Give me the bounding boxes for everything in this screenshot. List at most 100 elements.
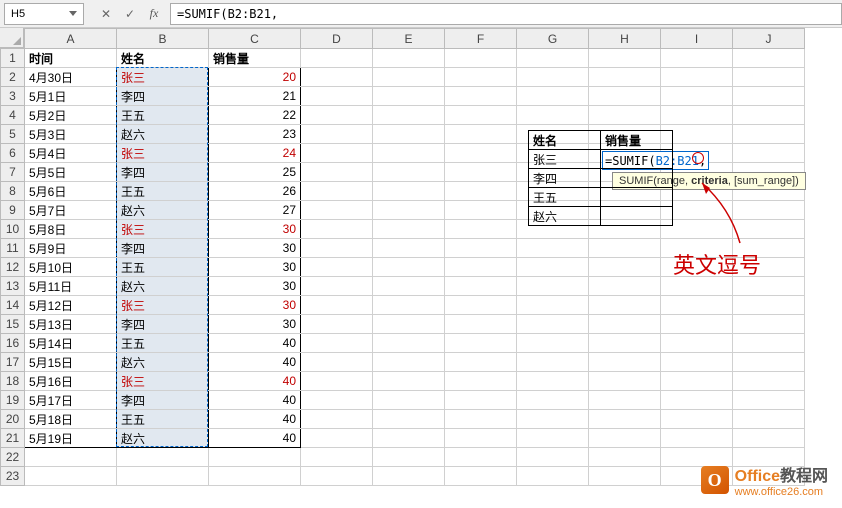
cell-H23[interactable] — [589, 467, 661, 486]
cell-D18[interactable] — [301, 372, 373, 391]
cell-C2[interactable]: 20 — [209, 68, 301, 87]
cell-D13[interactable] — [301, 277, 373, 296]
cell-D23[interactable] — [301, 467, 373, 486]
cell-A9[interactable]: 5月7日 — [25, 201, 117, 220]
cell-I16[interactable] — [661, 334, 733, 353]
cell-C14[interactable]: 30 — [209, 296, 301, 315]
cell-B12[interactable]: 王五 — [117, 258, 209, 277]
cell-G3[interactable] — [517, 87, 589, 106]
cell-A1[interactable]: 时间 — [25, 49, 117, 68]
cell-F2[interactable] — [445, 68, 517, 87]
cell-F6[interactable] — [445, 144, 517, 163]
cell-B16[interactable]: 王五 — [117, 334, 209, 353]
cell-D5[interactable] — [301, 125, 373, 144]
summary-val-2[interactable] — [601, 188, 673, 207]
cell-F4[interactable] — [445, 106, 517, 125]
row-header-8[interactable]: 8 — [1, 182, 25, 201]
cell-J6[interactable] — [733, 144, 805, 163]
cell-C10[interactable]: 30 — [209, 220, 301, 239]
summary-val-1[interactable] — [601, 169, 673, 188]
cell-D4[interactable] — [301, 106, 373, 125]
cell-D2[interactable] — [301, 68, 373, 87]
cell-H14[interactable] — [589, 296, 661, 315]
cell-D22[interactable] — [301, 448, 373, 467]
row-header-1[interactable]: 1 — [1, 49, 25, 68]
cell-A22[interactable] — [25, 448, 117, 467]
cell-I1[interactable] — [661, 49, 733, 68]
column-header-B[interactable]: B — [117, 29, 209, 49]
cell-G11[interactable] — [517, 239, 589, 258]
cell-D19[interactable] — [301, 391, 373, 410]
cell-C3[interactable]: 21 — [209, 87, 301, 106]
insert-function-icon[interactable]: fx — [146, 6, 162, 22]
cell-F16[interactable] — [445, 334, 517, 353]
cell-D8[interactable] — [301, 182, 373, 201]
row-header-14[interactable]: 14 — [1, 296, 25, 315]
cell-J9[interactable] — [733, 201, 805, 220]
cell-A12[interactable]: 5月10日 — [25, 258, 117, 277]
cell-E3[interactable] — [373, 87, 445, 106]
cell-E7[interactable] — [373, 163, 445, 182]
cell-G13[interactable] — [517, 277, 589, 296]
cell-C17[interactable]: 40 — [209, 353, 301, 372]
cell-J1[interactable] — [733, 49, 805, 68]
cell-H11[interactable] — [589, 239, 661, 258]
row-header-23[interactable]: 23 — [1, 467, 25, 486]
row-header-10[interactable]: 10 — [1, 220, 25, 239]
cell-H12[interactable] — [589, 258, 661, 277]
row-header-5[interactable]: 5 — [1, 125, 25, 144]
cell-E10[interactable] — [373, 220, 445, 239]
cell-F18[interactable] — [445, 372, 517, 391]
cell-F11[interactable] — [445, 239, 517, 258]
summary-name-3[interactable]: 赵六 — [529, 207, 601, 226]
cell-A21[interactable]: 5月19日 — [25, 429, 117, 448]
cell-D3[interactable] — [301, 87, 373, 106]
cell-C22[interactable] — [209, 448, 301, 467]
cell-B21[interactable]: 赵六 — [117, 429, 209, 448]
cell-B4[interactable]: 王五 — [117, 106, 209, 125]
cell-F22[interactable] — [445, 448, 517, 467]
cell-C5[interactable]: 23 — [209, 125, 301, 144]
cell-H3[interactable] — [589, 87, 661, 106]
cell-B22[interactable] — [117, 448, 209, 467]
cell-E5[interactable] — [373, 125, 445, 144]
cancel-formula-icon[interactable]: ✕ — [98, 6, 114, 22]
cell-A19[interactable]: 5月17日 — [25, 391, 117, 410]
cell-G2[interactable] — [517, 68, 589, 87]
summary-header-name[interactable]: 姓名 — [529, 131, 601, 150]
cell-J16[interactable] — [733, 334, 805, 353]
cell-F20[interactable] — [445, 410, 517, 429]
cell-J19[interactable] — [733, 391, 805, 410]
cell-C19[interactable]: 40 — [209, 391, 301, 410]
cell-B18[interactable]: 张三 — [117, 372, 209, 391]
cell-B6[interactable]: 张三 — [117, 144, 209, 163]
cell-E23[interactable] — [373, 467, 445, 486]
row-header-15[interactable]: 15 — [1, 315, 25, 334]
cell-F15[interactable] — [445, 315, 517, 334]
cell-H15[interactable] — [589, 315, 661, 334]
cell-A20[interactable]: 5月18日 — [25, 410, 117, 429]
cell-D20[interactable] — [301, 410, 373, 429]
cell-J3[interactable] — [733, 87, 805, 106]
cell-B11[interactable]: 李四 — [117, 239, 209, 258]
cell-C13[interactable]: 30 — [209, 277, 301, 296]
cell-F8[interactable] — [445, 182, 517, 201]
cell-G15[interactable] — [517, 315, 589, 334]
cell-F10[interactable] — [445, 220, 517, 239]
cell-H22[interactable] — [589, 448, 661, 467]
formula-bar[interactable]: =SUMIF(B2:B21, — [170, 3, 842, 25]
cell-I4[interactable] — [661, 106, 733, 125]
cell-E16[interactable] — [373, 334, 445, 353]
cell-A5[interactable]: 5月3日 — [25, 125, 117, 144]
cell-D10[interactable] — [301, 220, 373, 239]
row-header-12[interactable]: 12 — [1, 258, 25, 277]
cell-H2[interactable] — [589, 68, 661, 87]
cell-D16[interactable] — [301, 334, 373, 353]
cell-A13[interactable]: 5月11日 — [25, 277, 117, 296]
cell-B9[interactable]: 赵六 — [117, 201, 209, 220]
cell-E22[interactable] — [373, 448, 445, 467]
cell-E4[interactable] — [373, 106, 445, 125]
row-header-19[interactable]: 19 — [1, 391, 25, 410]
cell-F1[interactable] — [445, 49, 517, 68]
cell-H16[interactable] — [589, 334, 661, 353]
